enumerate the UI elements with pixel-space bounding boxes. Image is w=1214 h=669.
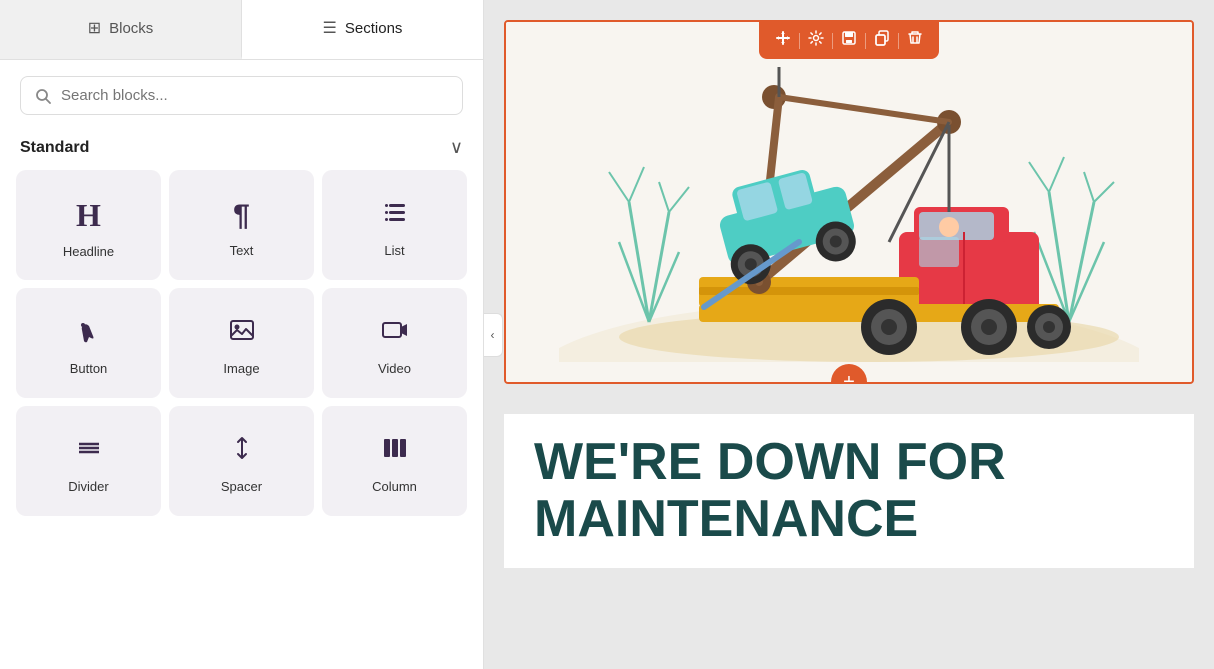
maintenance-heading-line2: MAINTENANCE [534,490,918,548]
tab-blocks[interactable]: ⊞ Blocks [0,0,242,59]
move-icon[interactable] [773,28,793,53]
preview-area: + WE'RE DOWN FOR MAINTENANCE [484,0,1214,669]
standard-section-header: Standard ∨ [0,131,483,170]
block-label-button: Button [70,361,108,376]
toolbar-divider-2 [832,33,833,49]
maintenance-text-block: WE'RE DOWN FOR MAINTENANCE [504,414,1194,568]
block-item-divider[interactable]: Divider [16,406,161,516]
list-icon [381,198,409,233]
collapse-panel-button[interactable]: ‹ [484,313,503,357]
block-label-spacer: Spacer [221,479,262,494]
block-label-video: Video [378,361,411,376]
maintenance-heading: WE'RE DOWN FOR MAINTENANCE [534,434,1164,548]
delete-icon[interactable] [905,28,925,53]
spacer-icon [228,434,256,469]
column-icon [381,434,409,469]
block-item-spacer[interactable]: Spacer [169,406,314,516]
block-item-column[interactable]: Column [322,406,467,516]
toolbar-divider-3 [865,33,866,49]
toolbar-divider-4 [898,33,899,49]
tab-sections-label: Sections [345,20,403,37]
search-input[interactable] [61,87,448,104]
right-panel: ‹ [484,0,1214,669]
block-item-text[interactable]: ¶ Text [169,170,314,280]
toolbar-divider-1 [799,33,800,49]
tab-sections[interactable]: ☰ Sections [242,0,483,59]
block-label-column: Column [372,479,417,494]
block-label-divider: Divider [68,479,108,494]
tab-bar: ⊞ Blocks ☰ Sections [0,0,483,60]
block-item-button[interactable]: Button [16,288,161,398]
block-item-list[interactable]: List [322,170,467,280]
sections-tab-icon: ☰ [323,18,337,38]
search-box [20,76,463,115]
text-icon: ¶ [233,199,250,233]
block-item-headline[interactable]: H Headline [16,170,161,280]
search-icon [35,88,51,104]
block-label-list: List [384,243,404,258]
blocks-grid: H Headline ¶ Text List [0,170,483,516]
block-toolbar [759,22,939,59]
video-icon [381,316,409,351]
copy-icon[interactable] [872,28,892,53]
search-area [0,60,483,131]
block-label-image: Image [223,361,259,376]
block-item-image[interactable]: Image [169,288,314,398]
standard-chevron[interactable]: ∨ [450,137,463,158]
button-icon [75,316,103,351]
maintenance-illustration [506,22,1192,382]
image-block[interactable]: + [504,20,1194,384]
block-label-text: Text [230,243,254,258]
block-label-headline: Headline [63,244,114,259]
block-item-video[interactable]: Video [322,288,467,398]
divider-icon [75,434,103,469]
image-icon [228,316,256,351]
headline-icon: H [76,197,101,234]
blocks-tab-icon: ⊞ [88,18,101,38]
standard-section-title: Standard [20,139,89,157]
left-panel: ⊞ Blocks ☰ Sections Standard ∨ H Headlin… [0,0,484,669]
tab-blocks-label: Blocks [109,20,153,37]
maintenance-heading-line1: WE'RE DOWN FOR [534,433,1006,491]
collapse-arrow-icon: ‹ [491,328,495,342]
settings-icon[interactable] [806,28,826,53]
save-block-icon[interactable] [839,28,859,53]
